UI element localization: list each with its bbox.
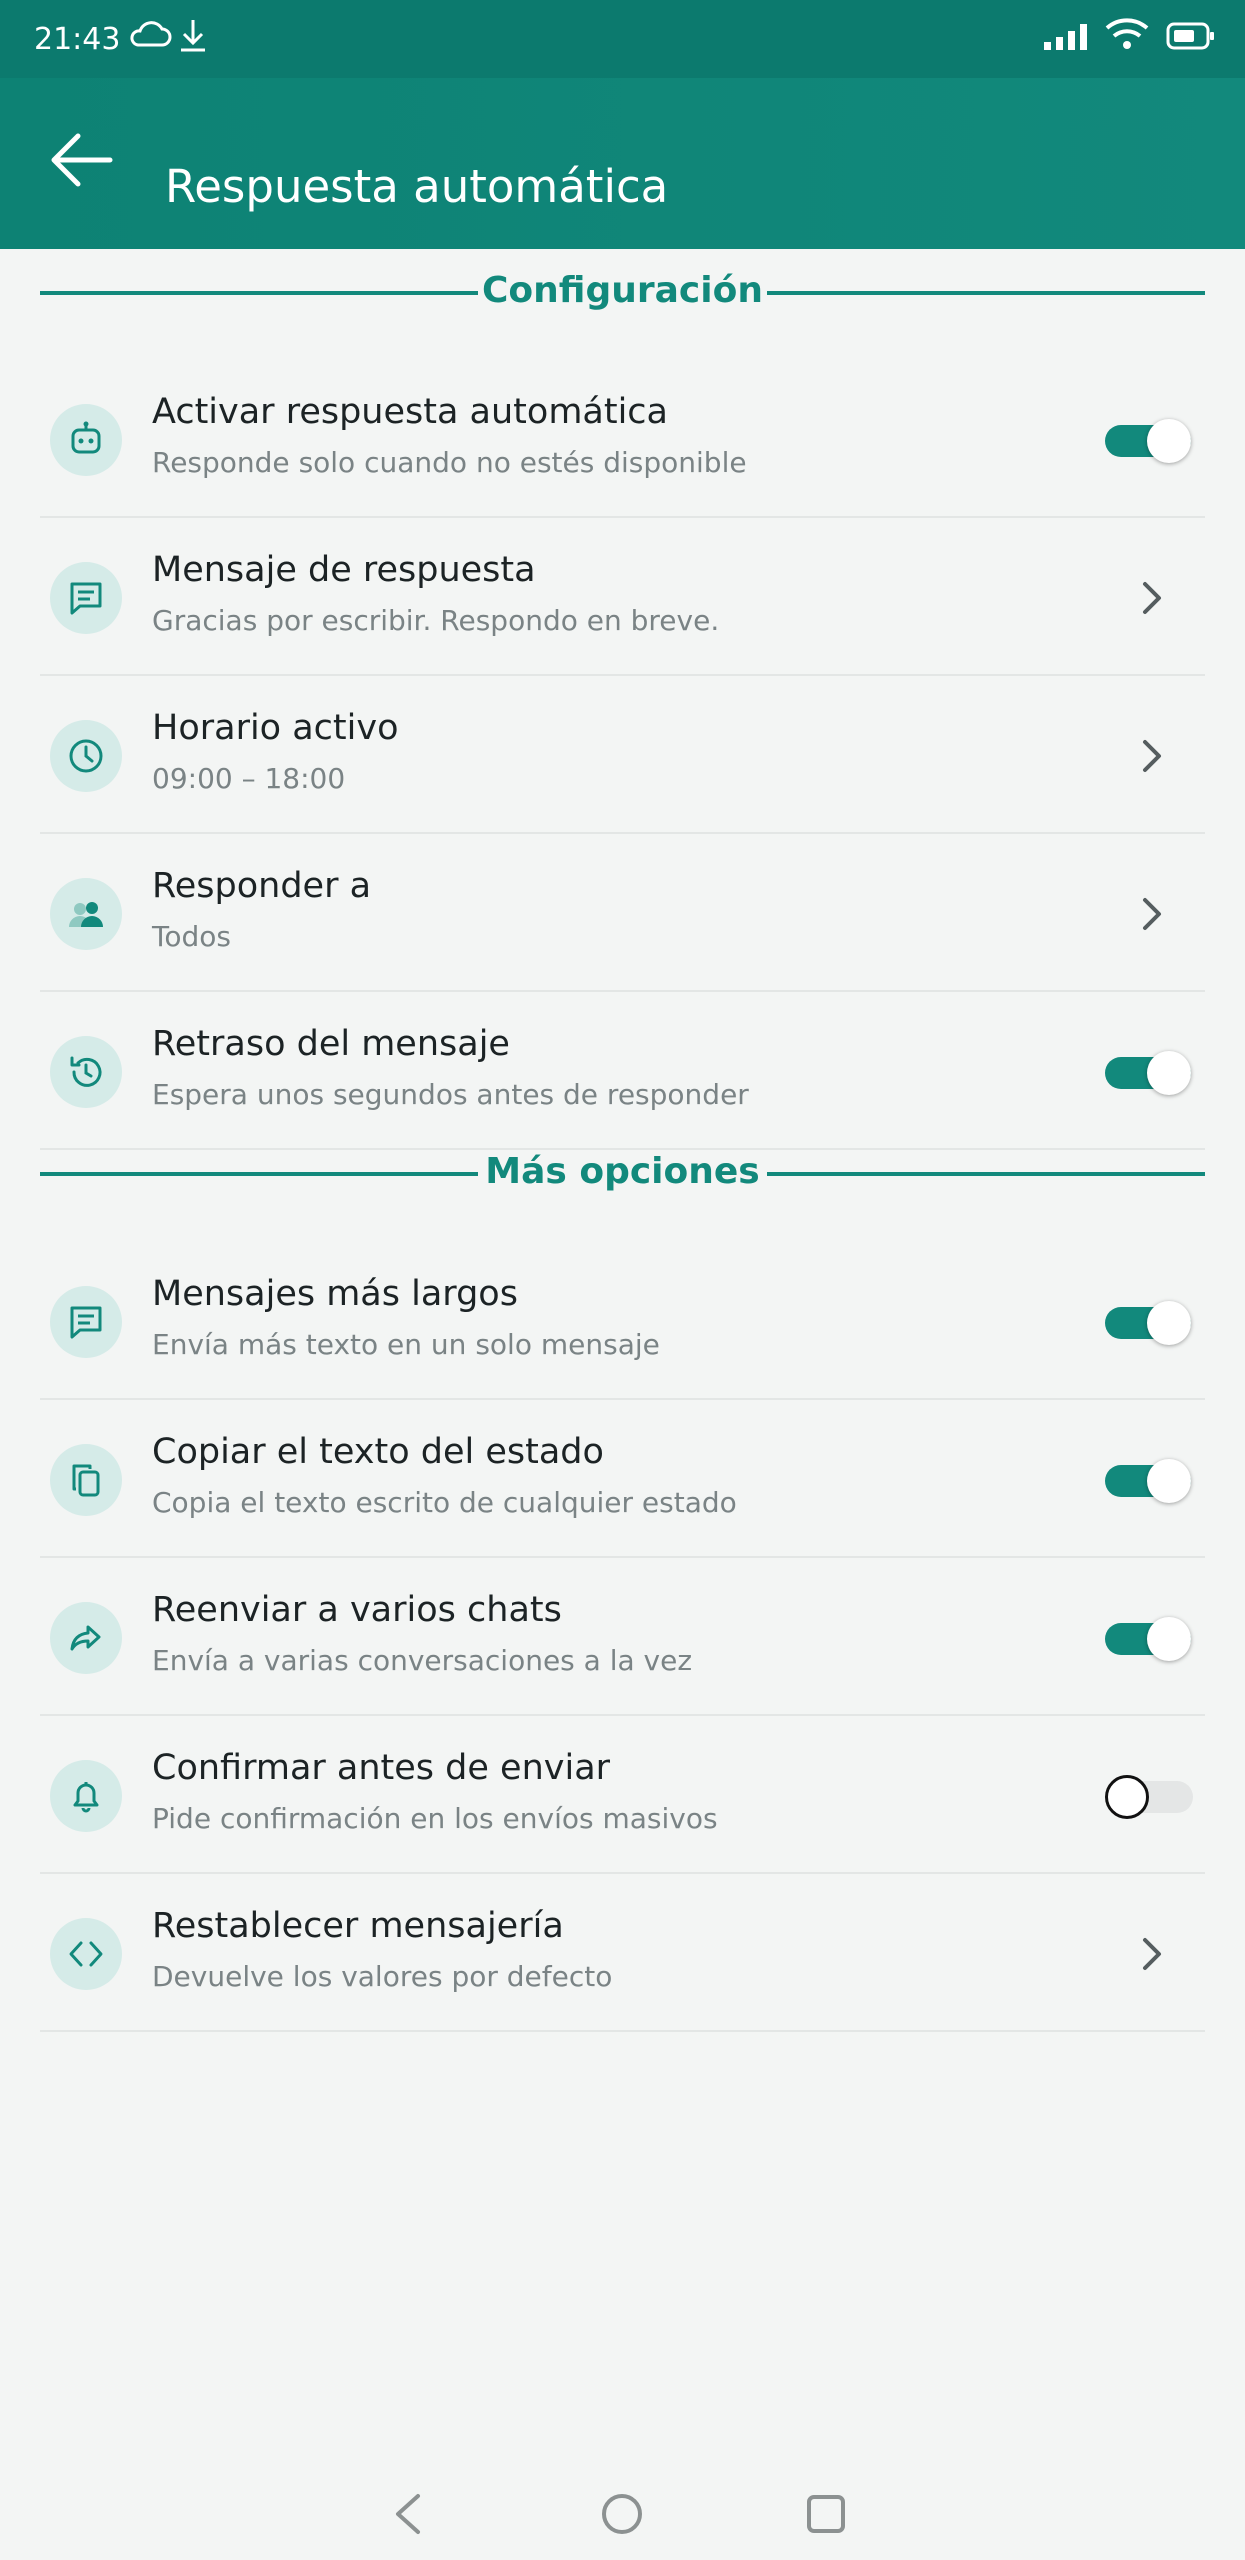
setting-subtitle: Responde solo cuando no estés disponible	[152, 446, 747, 479]
setting-title: Retraso del mensaje	[152, 1024, 510, 1064]
bell-icon	[73, 1782, 99, 1813]
toggle-switch-on[interactable]	[1105, 1459, 1191, 1503]
chevron-right-icon	[1143, 1938, 1161, 1970]
icon-badge	[50, 1602, 122, 1674]
setting-title: Mensaje de respuesta	[152, 550, 536, 590]
setting-subtitle: Todos	[152, 920, 231, 953]
setting-subtitle: Copia el texto escrito de cualquier esta…	[152, 1486, 737, 1519]
app-bar: Respuesta automática	[0, 78, 1245, 249]
setting-subtitle: Espera unos segundos antes de responder	[152, 1078, 749, 1111]
wifi-icon	[1105, 18, 1149, 49]
setting-subtitle: Envía más texto en un solo mensaje	[152, 1328, 660, 1361]
toggle-switch-off[interactable]	[1105, 1775, 1193, 1819]
chevron-right-icon	[1143, 898, 1161, 930]
toggle-switch-on[interactable]	[1105, 419, 1191, 463]
message-icon	[70, 582, 102, 615]
robot-icon	[71, 421, 101, 454]
setting-title: Reenviar a varios chats	[152, 1590, 562, 1630]
setting-title: Activar respuesta automática	[152, 392, 668, 432]
setting-confirmar-antes-enviar[interactable]: Confirmar antes de enviar Pide confirmac…	[40, 1716, 1205, 1874]
setting-title: Horario activo	[152, 708, 399, 748]
section-header-configuracion: Configuración	[40, 262, 1205, 322]
icon-badge	[50, 404, 122, 476]
setting-reenviar-varios-chats[interactable]: Reenviar a varios chats Envía a varias c…	[40, 1558, 1205, 1716]
icon-badge	[50, 720, 122, 792]
setting-title: Mensajes más largos	[152, 1274, 518, 1314]
toggle-switch-on[interactable]	[1105, 1617, 1191, 1661]
setting-title: Confirmar antes de enviar	[152, 1748, 611, 1788]
setting-subtitle: Pide confirmación en los envíos masivos	[152, 1802, 718, 1835]
setting-activar-respuesta[interactable]: Activar respuesta automática Responde so…	[40, 360, 1205, 518]
setting-responder-a[interactable]: Responder a Todos	[40, 834, 1205, 992]
home-nav-icon[interactable]	[600, 2492, 644, 2536]
system-nav-bar	[0, 2480, 1245, 2560]
setting-mensaje-respuesta[interactable]: Mensaje de respuesta Gracias por escribi…	[40, 518, 1205, 676]
status-bar: 21:43	[0, 0, 1245, 78]
code-icon	[69, 1941, 103, 1967]
forward-icon	[70, 1625, 101, 1651]
back-nav-icon[interactable]	[388, 2492, 428, 2536]
icon-badge	[50, 1444, 122, 1516]
people-icon	[69, 902, 103, 927]
clock-icon	[69, 739, 103, 773]
setting-retraso-mensaje[interactable]: Retraso del mensaje Espera unos segundos…	[40, 992, 1205, 1150]
setting-copiar-texto-estado[interactable]: Copiar el texto del estado Copia el text…	[40, 1400, 1205, 1558]
icon-badge	[50, 1760, 122, 1832]
icon-badge	[50, 1286, 122, 1358]
setting-title: Restablecer mensajería	[152, 1906, 564, 1946]
download-icon	[181, 20, 205, 52]
toggle-switch-on[interactable]	[1105, 1301, 1191, 1345]
setting-subtitle: Devuelve los valores por defecto	[152, 1960, 613, 1993]
recents-nav-icon[interactable]	[804, 2492, 848, 2536]
message-icon	[70, 1306, 102, 1339]
icon-badge	[50, 562, 122, 634]
section-header-mas-opciones: Más opciones	[40, 1143, 1205, 1203]
copy-icon	[72, 1464, 100, 1497]
icon-badge	[50, 878, 122, 950]
arrow-left-icon[interactable]	[48, 130, 114, 190]
toggle-switch-on[interactable]	[1105, 1051, 1191, 1095]
chevron-right-icon	[1143, 582, 1161, 614]
setting-subtitle: Envía a varias conversaciones a la vez	[152, 1644, 693, 1677]
battery-icon	[1166, 22, 1214, 50]
chevron-right-icon	[1143, 740, 1161, 772]
setting-restablecer-mensajeria[interactable]: Restablecer mensajería Devuelve los valo…	[40, 1874, 1205, 2032]
status-time: 21:43	[34, 22, 121, 57]
setting-title: Copiar el texto del estado	[152, 1432, 604, 1472]
setting-title: Responder a	[152, 866, 372, 906]
divider	[767, 291, 1205, 295]
divider	[767, 1172, 1205, 1176]
setting-mensajes-largos[interactable]: Mensajes más largos Envía más texto en u…	[40, 1242, 1205, 1400]
cloud-icon	[130, 21, 172, 47]
setting-subtitle: Gracias por escribir. Respondo en breve.	[152, 604, 720, 637]
history-icon	[70, 1056, 102, 1087]
icon-badge	[50, 1918, 122, 1990]
setting-subtitle: 09:00 – 18:00	[152, 762, 346, 795]
icon-badge	[50, 1036, 122, 1108]
page-title: Respuesta automática	[165, 160, 669, 213]
setting-horario-activo[interactable]: Horario activo 09:00 – 18:00	[40, 676, 1205, 834]
signal-icon	[1044, 24, 1087, 50]
